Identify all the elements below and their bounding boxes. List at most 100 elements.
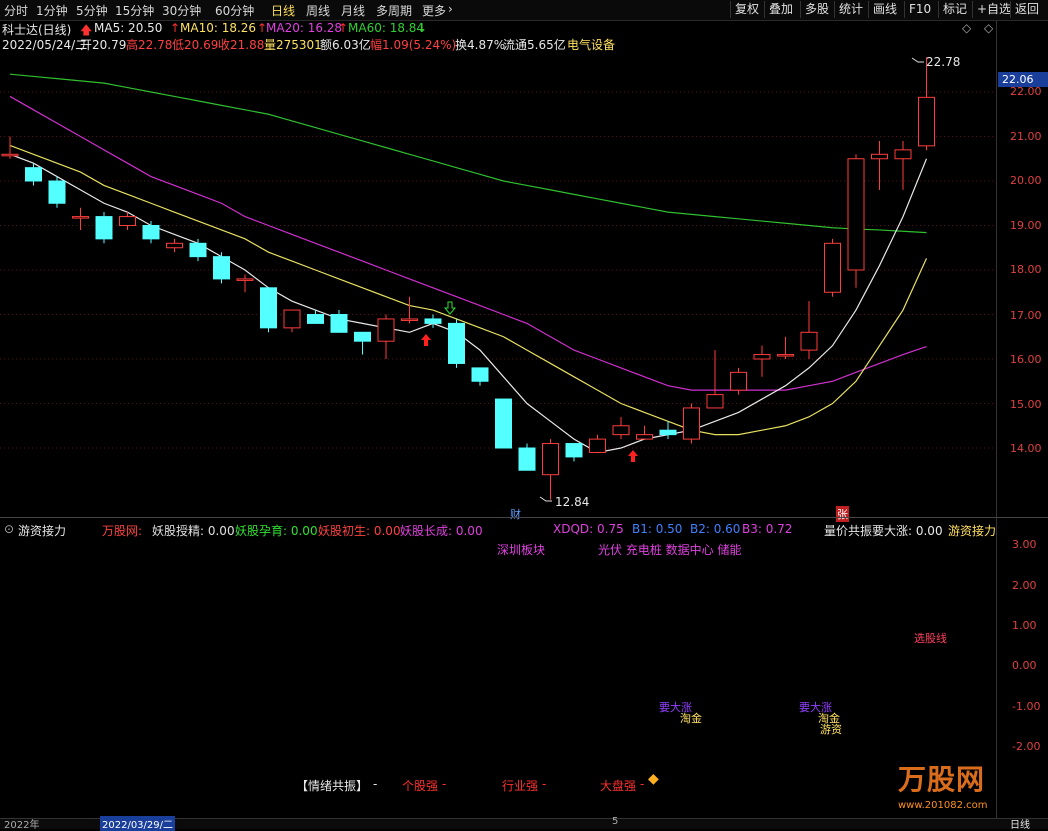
candle-body: [377, 318, 395, 342]
emotion-industry: 行业强: [502, 779, 539, 793]
min-price-label: 12.84: [555, 495, 590, 509]
axis-year: 2022年: [4, 820, 40, 831]
candle-body: [706, 394, 724, 409]
candle-body: [800, 331, 818, 351]
emotion-market: 大盘强: [600, 779, 637, 793]
candle-body: [166, 242, 183, 249]
candle-body: [142, 225, 160, 240]
candle-body: [565, 443, 583, 458]
y-tick-18: 18.00: [1010, 263, 1042, 276]
b3-label: B3: 0.72: [742, 522, 793, 536]
candle-body: [471, 367, 489, 382]
y-tick-16: 16.00: [1010, 353, 1042, 366]
b2-label: B2: 0.60: [690, 522, 741, 536]
xdqd-label: XDQD: 0.75: [553, 522, 624, 536]
candle-body: [847, 158, 865, 271]
y-tick-21: 21.00: [1010, 130, 1042, 143]
candle-body: [72, 216, 89, 219]
max-price-label: 22.78: [926, 55, 961, 69]
watermark-url: www.201082.com: [898, 800, 988, 811]
candle-body: [683, 407, 700, 440]
candle-body: [448, 322, 465, 364]
candle-body: [307, 314, 324, 324]
indicator-item-2: 妖股孕育: 0.00: [235, 524, 318, 538]
candle-body: [189, 242, 207, 258]
sector-region: 深圳板块: [497, 543, 546, 557]
indicator-item-4: 妖股长成: 0.00: [400, 524, 483, 538]
ind-y-tick-0: 0.00: [1012, 659, 1037, 672]
candle-body: [918, 96, 935, 147]
cai-marker[interactable]: 财: [510, 506, 521, 522]
candle-body: [636, 434, 653, 440]
y-tick-19: 19.00: [1010, 219, 1042, 232]
candle-body: [424, 318, 442, 324]
candle-body: [777, 354, 794, 357]
indicator-item-3: 妖股初生: 0.00: [318, 524, 401, 538]
y-tick-14: 14.00: [1010, 442, 1042, 455]
b1-label: B1: 0.50: [632, 522, 683, 536]
axis-divider: [996, 20, 997, 820]
candle-body: [824, 242, 841, 293]
sector-concepts: 光伏 充电桩 数据中心 储能: [598, 543, 742, 557]
ind-y-tick-m2: -2.00: [1012, 740, 1041, 753]
axis-period: 日线: [1010, 820, 1030, 831]
emotion-title: 【情绪共振】: [296, 779, 369, 793]
candle-body: [236, 278, 254, 281]
ma5-line: [9, 153, 928, 454]
candle-body: [730, 371, 747, 391]
candle-body: [401, 318, 418, 321]
candle-body: [612, 425, 630, 436]
back-button[interactable]: 返回: [1010, 1, 1043, 18]
emotion-sep-3: -: [640, 777, 645, 791]
candle-body: [213, 256, 230, 280]
indicator-name-right: 游资接力: [948, 524, 997, 538]
indicator-brand: 万股网:: [102, 524, 143, 538]
max-leader: [911, 57, 924, 63]
emotion-dash: -: [373, 777, 378, 791]
sell-arrow-icon: [443, 301, 457, 315]
candle-body: [48, 180, 66, 204]
indicator-settings-icon[interactable]: ⊙: [4, 522, 14, 536]
candle-body: [260, 287, 277, 329]
candle-body: [330, 314, 348, 333]
y-tick-20: 20.00: [1010, 174, 1042, 187]
candle-body: [894, 149, 912, 160]
ind-y-tick-m1: -1.00: [1012, 700, 1041, 713]
ma20-line: [9, 95, 927, 391]
candle-body: [1, 153, 19, 157]
y-tick-22: 22.00: [1010, 85, 1042, 98]
candlestick-chart[interactable]: [0, 0, 996, 518]
resonance-label: 量价共振要大涨: 0.00: [824, 524, 943, 538]
candle-body: [871, 153, 888, 160]
diamond-gem-icon: ◆: [648, 771, 659, 787]
candle-body: [753, 354, 771, 360]
emotion-sep-1: -: [442, 777, 447, 791]
axis-cursor-date: 2022/03/29/二: [100, 816, 176, 831]
candle-body: [95, 216, 113, 240]
axis-month-5: 5: [612, 816, 619, 827]
candle-body: [589, 438, 606, 453]
ma10-line: [9, 144, 928, 436]
panel-divider[interactable]: [0, 517, 1048, 518]
watermark-logo: 万股网: [898, 763, 986, 796]
candle-body: [25, 167, 42, 182]
candle-body: [542, 443, 559, 476]
indicator-name[interactable]: 游资接力: [18, 522, 66, 539]
candle-body: [119, 216, 136, 227]
candle-body: [354, 331, 371, 342]
y-tick-17: 17.00: [1010, 309, 1042, 322]
ind-y-tick-3: 3.00: [1012, 538, 1037, 551]
stock-select-line-label: 选股线: [914, 632, 947, 645]
signal-taojin-1: 淘金: [680, 712, 702, 725]
emotion-sep-2: -: [542, 777, 547, 791]
indicator-item-1: 妖股授精: 0.00: [152, 524, 235, 538]
y-tick-15: 15.00: [1010, 398, 1042, 411]
ind-y-tick-2: 2.00: [1012, 579, 1037, 592]
zhang-marker[interactable]: 张: [836, 506, 849, 522]
buy-arrow-icon: [628, 450, 638, 462]
candle-body: [495, 398, 512, 449]
ind-y-tick-1: 1.00: [1012, 619, 1037, 632]
emotion-stock: 个股强: [402, 779, 439, 793]
signal-youzi: 游资: [820, 723, 842, 736]
candle-body: [659, 429, 677, 436]
